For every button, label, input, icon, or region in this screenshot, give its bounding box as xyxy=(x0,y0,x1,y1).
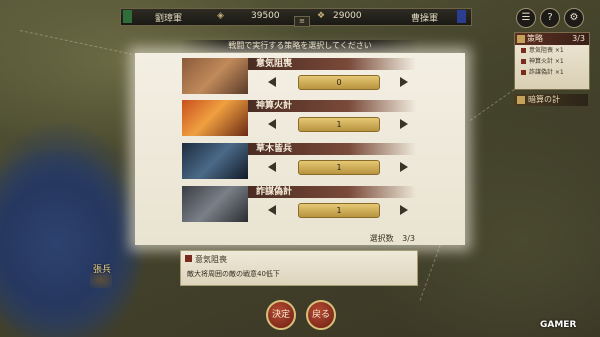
strategy-thumbnail xyxy=(182,143,248,179)
strategy-panel-row: 意気阻喪 ×1 xyxy=(515,45,589,56)
strategy-name: 草木皆兵 xyxy=(248,143,416,155)
river xyxy=(0,150,140,337)
selection-count: 選択数 3/3 xyxy=(370,233,415,244)
strategy-name: 意気阻喪 xyxy=(248,58,416,70)
food-icon: ❖ xyxy=(317,11,326,21)
army-unit-label: 張兵 xyxy=(93,265,112,275)
scroll-icon xyxy=(517,35,525,43)
confirm-button[interactable]: 決定 xyxy=(266,300,296,330)
watermark-logo: GAMER xyxy=(540,320,577,330)
selection-count-label: 選択数 xyxy=(369,234,394,243)
strategy-panel-row: 神算火計 ×1 xyxy=(515,56,589,67)
help-icon[interactable]: ? xyxy=(540,8,560,28)
force-name: 劉璋軍 xyxy=(155,14,183,24)
opponent-name: 曹操軍 xyxy=(411,14,439,24)
strategy-thumbnail xyxy=(182,186,248,222)
quantity-stepper[interactable]: 1 xyxy=(268,116,408,132)
strategy-panel-row: 詐謀偽計 ×1 xyxy=(515,67,589,78)
dialog-instruction: 戦闘で実行する策略を選択してください xyxy=(180,40,420,52)
strategy-summary-panel: 策略 3/3 意気阻喪 ×1 神算火計 ×1 詐謀偽計 ×1 xyxy=(514,32,590,90)
strategy-item[interactable]: 意気阻喪 0 xyxy=(182,58,416,94)
back-button[interactable]: 戻る xyxy=(306,300,336,330)
quantity-value: 0 xyxy=(298,75,380,90)
strategy-thumbnail xyxy=(182,100,248,136)
strategy-thumbnail xyxy=(182,58,248,94)
quantity-stepper[interactable]: 1 xyxy=(268,202,408,218)
stratagem-footer[interactable]: 暗算の計 xyxy=(514,94,588,106)
strategy-item[interactable]: 詐謀偽計 1 xyxy=(182,186,416,222)
strategy-select-dialog: 意気阻喪 0 神算火計 1 草木皆兵 1 詐謀偽計 1 選択数 3/3 xyxy=(135,53,465,245)
decrease-arrow-icon[interactable] xyxy=(268,77,276,87)
strategy-panel-header: 策略 3/3 xyxy=(515,33,589,45)
strategy-name: 詐謀偽計 xyxy=(248,186,416,198)
description-title: 意気阻喪 xyxy=(185,255,227,264)
increase-arrow-icon[interactable] xyxy=(400,119,408,129)
stratagem-footer-label: 暗算の計 xyxy=(528,95,560,104)
strategy-description-panel: 意気阻喪 敵大将周囲の敵の戦意40低下 xyxy=(180,250,418,286)
increase-arrow-icon[interactable] xyxy=(400,205,408,215)
quantity-stepper[interactable]: 1 xyxy=(268,159,408,175)
bar-chart-icon xyxy=(517,96,525,104)
decrease-arrow-icon[interactable] xyxy=(268,119,276,129)
topbar-toggle-icon[interactable]: ≡ xyxy=(294,16,310,27)
strategy-panel-title: 策略 xyxy=(527,34,543,43)
increase-arrow-icon[interactable] xyxy=(400,77,408,87)
gold-value: 39500 xyxy=(251,11,280,21)
quantity-value: 1 xyxy=(298,203,380,218)
quantity-value: 1 xyxy=(298,160,380,175)
food-value: 29000 xyxy=(333,11,362,21)
strategy-item[interactable]: 草木皆兵 1 xyxy=(182,143,416,179)
ally-flag-icon xyxy=(123,10,132,23)
description-body: 敵大将周囲の敵の戦意40低下 xyxy=(187,270,280,278)
strategy-panel-count: 3/3 xyxy=(572,34,585,43)
gold-icon: ◈ xyxy=(217,11,224,21)
settings-gear-icon[interactable]: ⚙ xyxy=(564,8,584,28)
selection-count-value: 3/3 xyxy=(402,234,415,243)
quantity-stepper[interactable]: 0 xyxy=(268,74,408,90)
quantity-value: 1 xyxy=(298,117,380,132)
strategy-item[interactable]: 神算火計 1 xyxy=(182,100,416,136)
enemy-flag-icon xyxy=(457,10,466,23)
decrease-arrow-icon[interactable] xyxy=(268,162,276,172)
increase-arrow-icon[interactable] xyxy=(400,162,408,172)
decrease-arrow-icon[interactable] xyxy=(268,205,276,215)
menu-icon[interactable]: ☰ xyxy=(516,8,536,28)
strategy-name: 神算火計 xyxy=(248,100,416,112)
